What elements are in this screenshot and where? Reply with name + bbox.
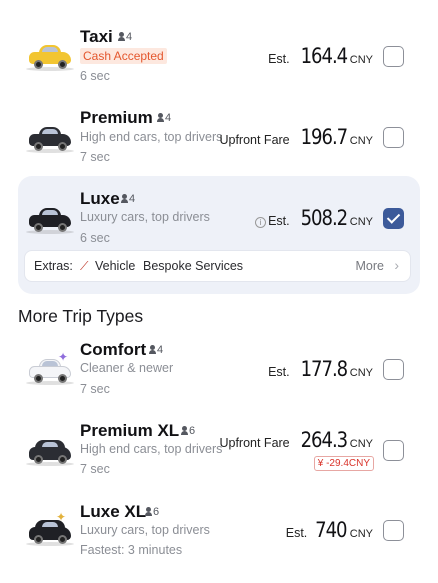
price-prefix: Est. [268, 52, 290, 66]
capacity: 4 [121, 193, 135, 205]
extras-bar[interactable]: Extras: ⟋ Vehicle Bespoke Services More … [24, 250, 411, 282]
select-taxi-checkbox[interactable] [383, 46, 404, 67]
price-value: 508.2 [300, 206, 348, 230]
price: Est. 164.4 CNY [268, 44, 373, 68]
person-icon [181, 426, 188, 435]
capacity: 4 [118, 31, 132, 43]
capacity: 6 [145, 506, 159, 518]
luxury-car-icon [26, 205, 74, 234]
price-value: 164.4 [300, 44, 348, 68]
eta: Fastest: 3 minutes [80, 543, 183, 557]
sparkle-icon: ✦ [58, 350, 69, 364]
price: Est. 740 CNY [286, 518, 373, 542]
ride-name: Luxe XL [80, 502, 147, 521]
person-icon [121, 194, 128, 203]
extras-service: Bespoke Services [143, 259, 244, 273]
ride-description: Luxury cars, top drivers [80, 523, 210, 537]
currency: CNY [349, 367, 373, 379]
capacity: 4 [157, 112, 171, 124]
currency: CNY [349, 528, 373, 540]
price-value: 196.7 [300, 125, 348, 149]
price-prefix: Est. [285, 526, 308, 540]
price-prefix: Upfront Fare [219, 133, 290, 147]
price-value: 177.8 [300, 357, 348, 381]
extras-label: Extras: [34, 259, 73, 273]
taxi-car-icon [26, 42, 74, 71]
currency: CNY [349, 216, 373, 228]
select-luxe-xl-checkbox[interactable] [383, 520, 404, 541]
person-icon [157, 113, 164, 122]
extras-more-link[interactable]: More [356, 259, 384, 273]
ride-name: Luxe [80, 189, 120, 208]
ride-name: Taxi [80, 27, 113, 46]
person-icon [145, 507, 152, 516]
select-premium-checkbox[interactable] [383, 127, 404, 148]
chevron-right-icon: › [394, 257, 399, 273]
price: Upfront Fare 264.3 CNY [219, 428, 373, 452]
eta: 7 sec [80, 150, 110, 164]
sedan-car-icon [26, 124, 74, 153]
price: Upfront Fare 196.7 CNY [219, 125, 373, 149]
ride-name: Premium [80, 108, 153, 127]
extras-vehicle: Vehicle [95, 259, 136, 273]
eta: 6 sec [80, 231, 110, 245]
price: Est. 177.8 CNY [268, 357, 373, 381]
currency: CNY [349, 438, 373, 450]
ride-description: High end cars, top drivers [80, 130, 223, 144]
price-value: 264.3 [300, 428, 348, 452]
price-value: 740 [315, 518, 347, 542]
person-icon [149, 345, 156, 354]
ride-name: Premium XL [80, 421, 180, 440]
currency: CNY [349, 135, 373, 147]
capacity: 6 [181, 425, 195, 437]
price: i Est. 508.2 CNY [255, 206, 373, 230]
select-luxe-checkbox[interactable] [383, 208, 404, 229]
discount-badge: ¥ -29.4CNY [313, 456, 374, 471]
capacity: 4 [149, 344, 163, 356]
price-prefix: Upfront Fare [219, 436, 290, 450]
ride-description: Luxury cars, top drivers [80, 210, 210, 224]
ride-description: High end cars, top drivers [80, 442, 223, 456]
select-premium-xl-checkbox[interactable] [383, 440, 404, 461]
cash-accepted-badge: Cash Accepted [80, 48, 167, 64]
sparkle-icon: ✦ [56, 510, 67, 524]
info-icon[interactable]: i [255, 217, 267, 228]
suv-car-icon [26, 437, 74, 466]
ride-description: Cleaner & newer [80, 361, 174, 375]
ride-name: Comfort [80, 340, 147, 359]
price-prefix: Est. [268, 365, 290, 379]
person-icon [118, 32, 125, 41]
eta: 7 sec [80, 462, 110, 476]
eta: 6 sec [80, 69, 110, 83]
currency: CNY [349, 54, 373, 66]
select-comfort-checkbox[interactable] [383, 359, 404, 380]
vehicle-extra-icon: ⟋ [80, 259, 89, 273]
section-title: More Trip Types [18, 306, 144, 326]
price-prefix: Est. [268, 214, 290, 228]
eta: 7 sec [80, 382, 110, 396]
luxury-suv-icon [26, 517, 74, 546]
coupon-icon: ¥ [317, 458, 324, 469]
